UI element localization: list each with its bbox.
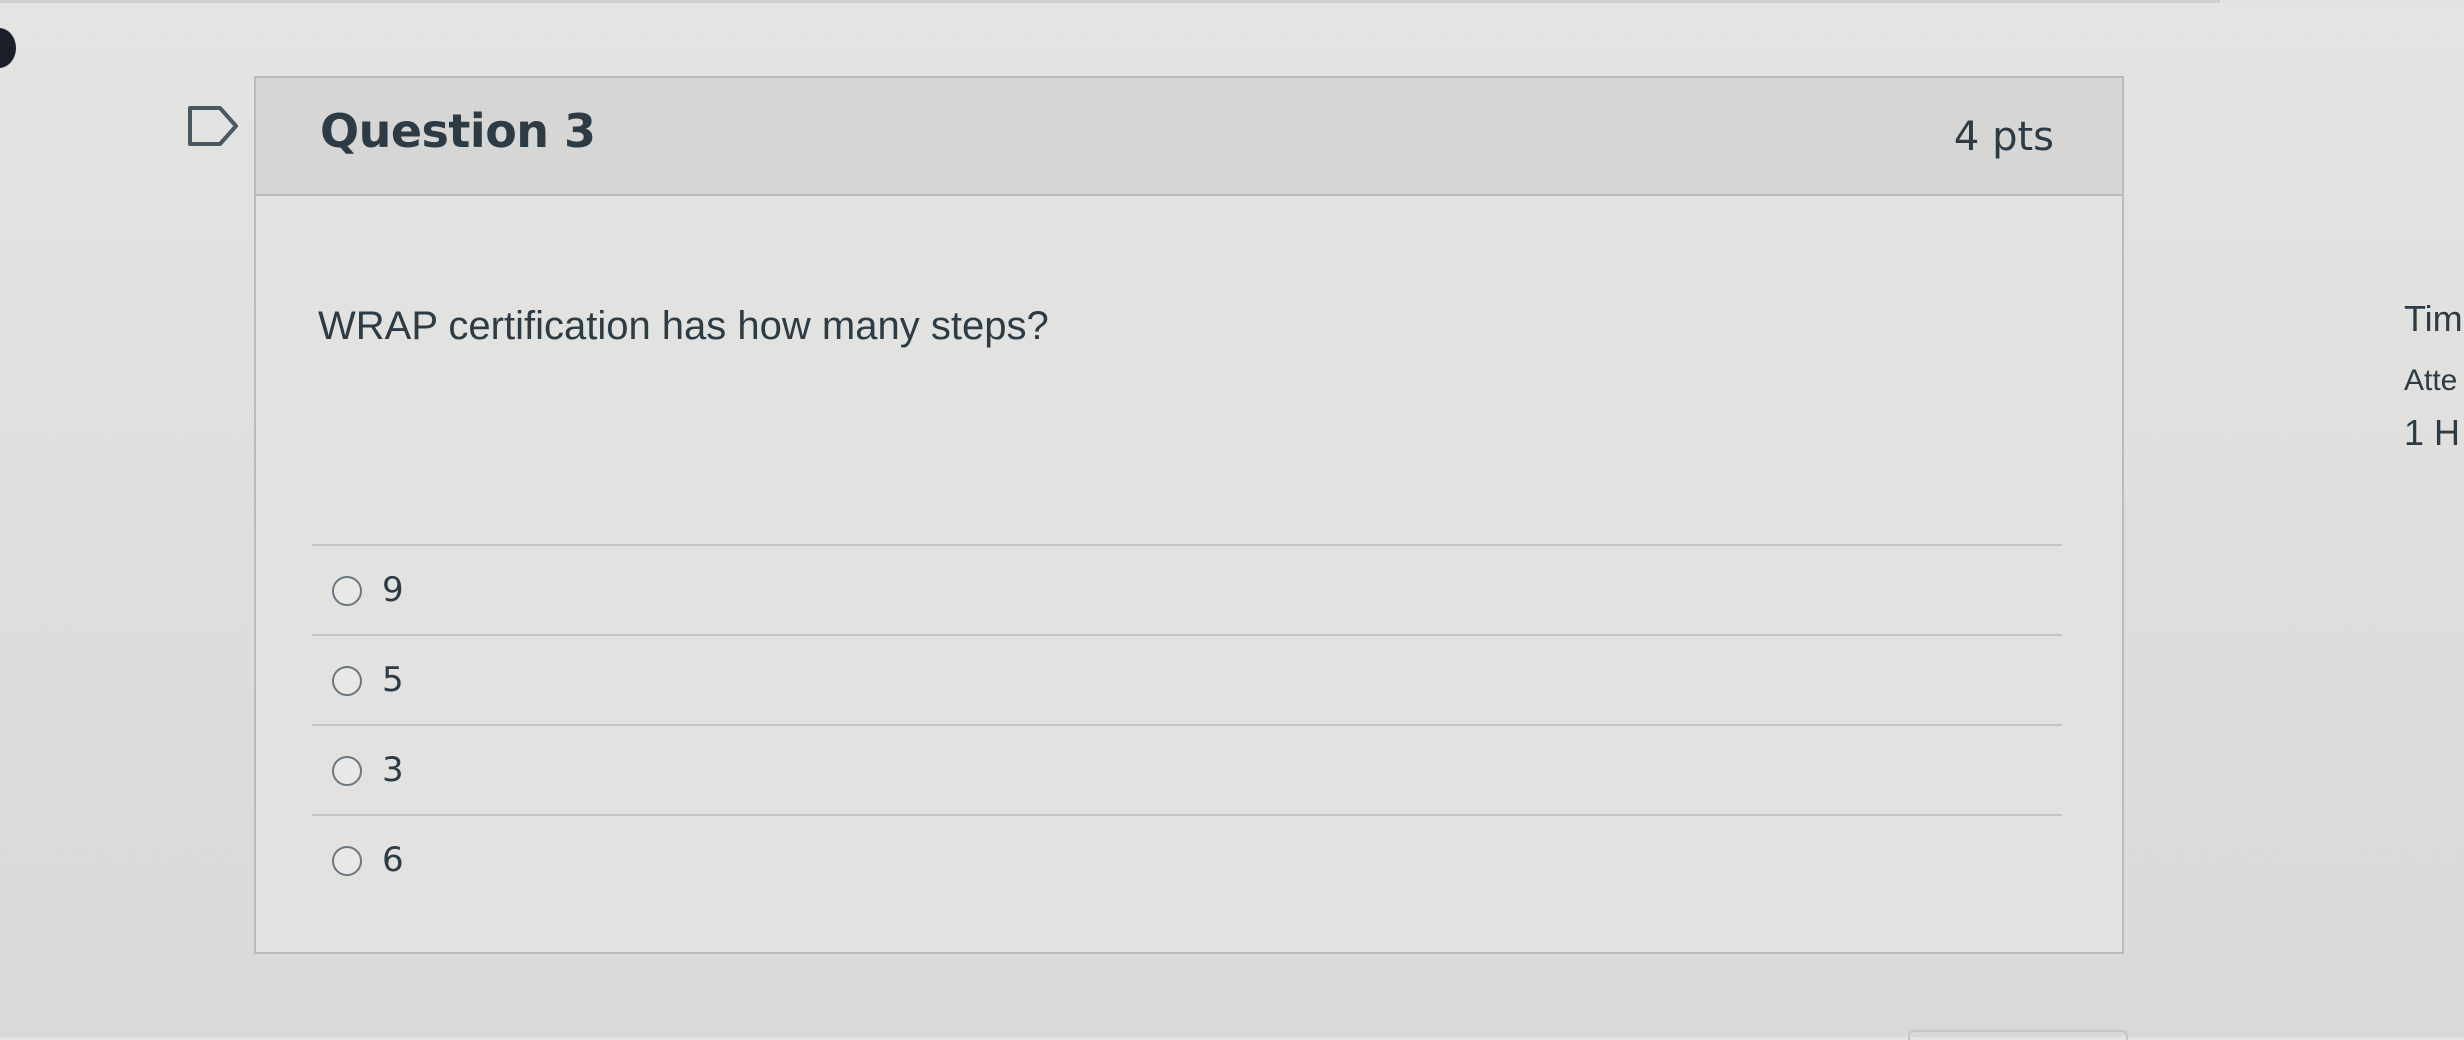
flag-question-icon[interactable] <box>186 104 242 148</box>
attempt-label: Atte <box>2404 364 2458 397</box>
answer-label: 5 <box>382 660 404 700</box>
answer-label: 9 <box>382 570 404 610</box>
answer-option[interactable]: 5 <box>312 634 2062 724</box>
question-title: Question 3 <box>320 104 596 158</box>
question-card: Question 3 4 pts WRAP certification has … <box>254 76 2124 954</box>
question-header: Question 3 4 pts <box>256 78 2122 196</box>
answer-label: 6 <box>382 840 404 880</box>
radio-button-icon[interactable] <box>332 756 362 786</box>
question-points: 4 pts <box>1953 114 2054 160</box>
question-text: WRAP certification has how many steps? <box>318 304 1049 348</box>
quiz-sidebar: Tim Atte 1 H <box>2404 0 2464 1037</box>
top-divider <box>0 0 2220 3</box>
time-value: 1 H <box>2404 412 2461 453</box>
answer-option[interactable]: 9 <box>312 544 2062 634</box>
edge-indicator <box>0 28 16 68</box>
bottom-button-edge[interactable] <box>1908 1030 2128 1040</box>
answer-label: 3 <box>382 750 404 790</box>
answer-list: 9 5 3 6 <box>312 544 2062 904</box>
answer-option[interactable]: 6 <box>312 814 2062 904</box>
answer-option[interactable]: 3 <box>312 724 2062 814</box>
radio-button-icon[interactable] <box>332 846 362 876</box>
radio-button-icon[interactable] <box>332 666 362 696</box>
radio-button-icon[interactable] <box>332 576 362 606</box>
time-label: Tim <box>2404 298 2463 339</box>
